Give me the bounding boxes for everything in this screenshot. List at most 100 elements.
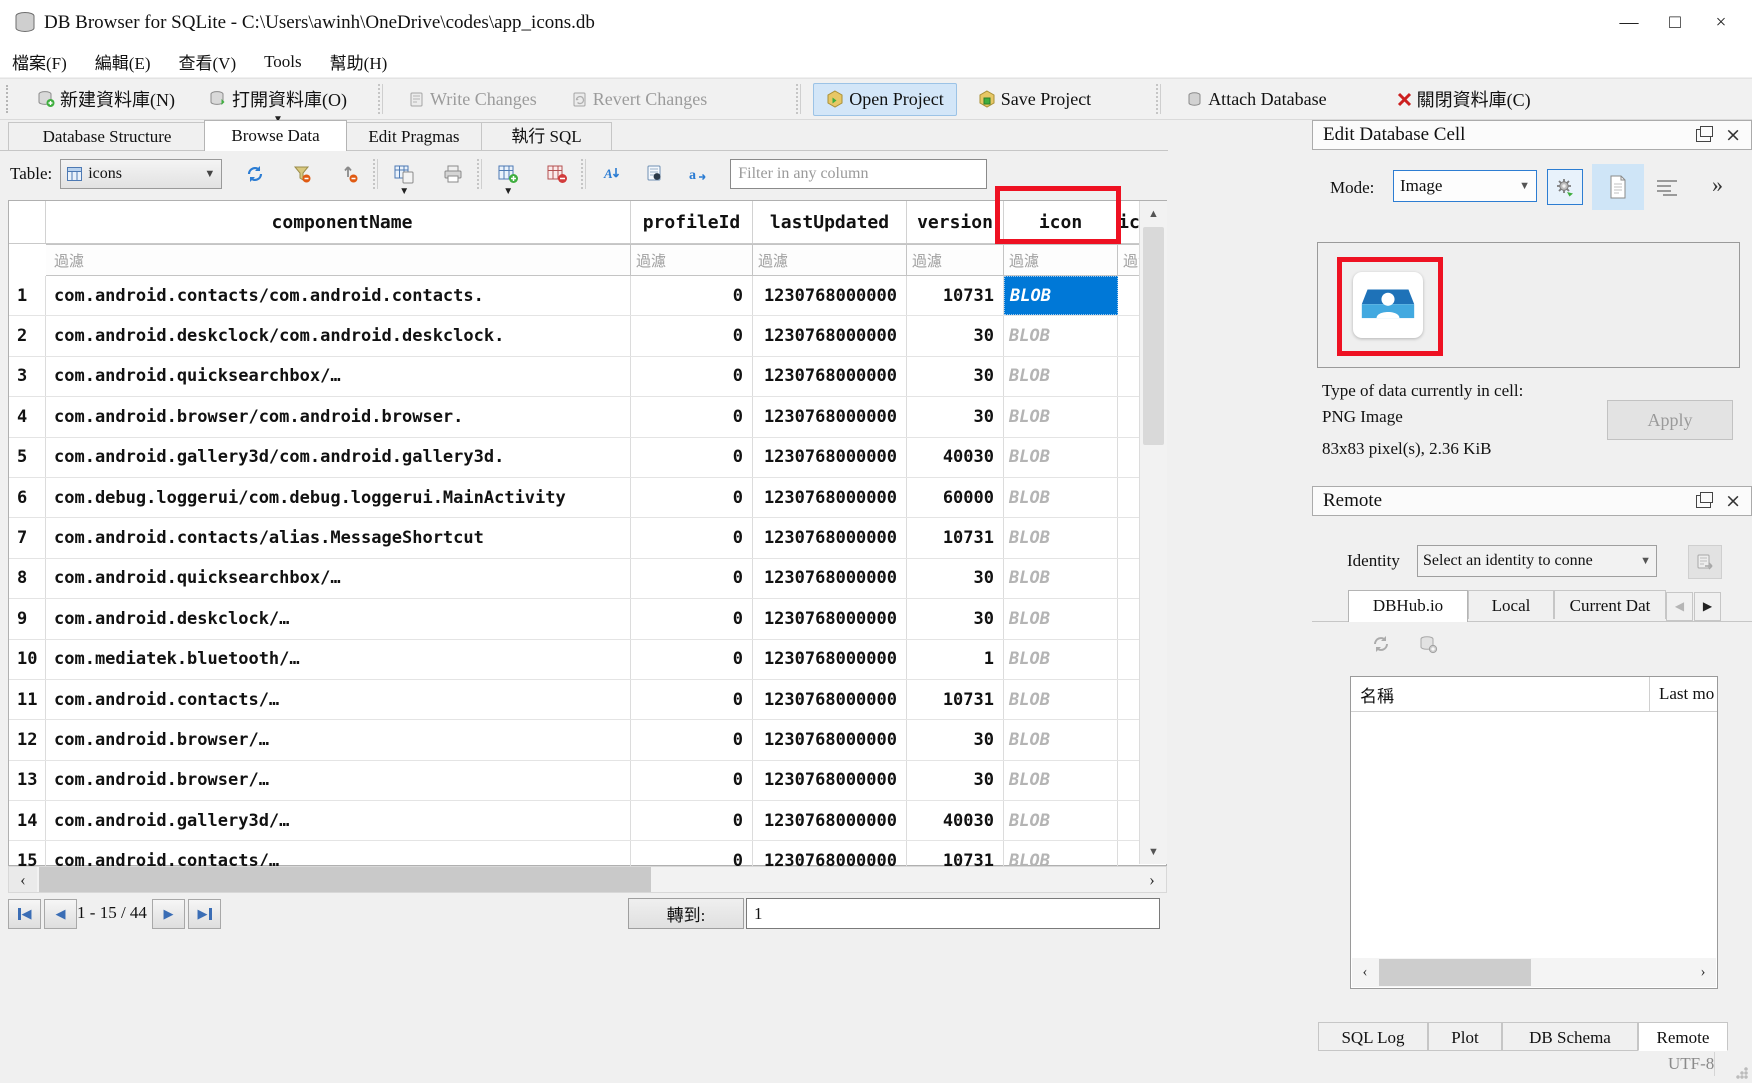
identity-import-button[interactable] bbox=[1688, 545, 1722, 579]
partial-cell[interactable] bbox=[1118, 518, 1140, 557]
float-panel-icon[interactable] bbox=[1696, 495, 1711, 508]
partial-cell[interactable] bbox=[1118, 680, 1140, 719]
last-updated-cell[interactable]: 1230768000000 bbox=[753, 680, 907, 719]
filter-partial[interactable]: 過濾 bbox=[1118, 244, 1140, 276]
partial-cell[interactable] bbox=[1118, 316, 1140, 355]
icon-cell[interactable]: BLOB bbox=[1004, 478, 1118, 517]
goto-button[interactable]: 轉到: bbox=[628, 898, 744, 929]
profile-id-cell[interactable]: 0 bbox=[631, 316, 753, 355]
mode-select[interactable]: Image ▼ bbox=[1393, 170, 1537, 202]
revert-changes-button[interactable]: Revert Changes bbox=[558, 83, 720, 116]
menu-tools[interactable]: Tools bbox=[264, 52, 302, 72]
icon-cell[interactable]: BLOB bbox=[1004, 316, 1118, 355]
save-table-dropdown-arrow[interactable]: ▼ bbox=[399, 186, 409, 197]
remote-clone-database-icon[interactable] bbox=[1418, 634, 1438, 654]
row-number-cell[interactable]: 2 bbox=[9, 316, 46, 355]
dock-tab-db-schema[interactable]: DB Schema bbox=[1502, 1022, 1638, 1051]
component-name-cell[interactable]: com.android.contacts/com.android.contact… bbox=[46, 276, 631, 315]
version-cell[interactable]: 60000 bbox=[907, 478, 1004, 517]
scroll-up-icon[interactable]: ▲ bbox=[1140, 201, 1167, 226]
menu-edit[interactable]: 編輯(E) bbox=[95, 49, 151, 74]
close-database-button[interactable]: 關閉資料庫(C) bbox=[1384, 80, 1544, 118]
header-partial[interactable]: ic bbox=[1118, 201, 1140, 243]
header-profileId[interactable]: profileId bbox=[631, 201, 753, 243]
word-wrap-icon[interactable] bbox=[1656, 178, 1678, 196]
component-name-cell[interactable]: com.android.quicksearchbox/… bbox=[46, 357, 631, 396]
partial-cell[interactable] bbox=[1118, 357, 1140, 396]
insert-record-button[interactable]: ▼ bbox=[493, 159, 523, 189]
close-panel-icon[interactable]: × bbox=[1725, 124, 1741, 146]
component-name-cell[interactable]: com.android.contacts/alias.MessageShortc… bbox=[46, 518, 631, 557]
version-cell[interactable]: 40030 bbox=[907, 801, 1004, 840]
partial-cell[interactable] bbox=[1118, 559, 1140, 598]
version-cell[interactable]: 10731 bbox=[907, 518, 1004, 557]
icon-cell[interactable]: BLOB bbox=[1004, 680, 1118, 719]
row-number-cell[interactable]: 11 bbox=[9, 680, 46, 719]
profile-id-cell[interactable]: 0 bbox=[631, 438, 753, 477]
version-cell[interactable]: 30 bbox=[907, 761, 1004, 800]
component-name-cell[interactable]: com.android.browser/… bbox=[46, 720, 631, 759]
partial-cell[interactable] bbox=[1118, 276, 1140, 315]
row-number-cell[interactable]: 10 bbox=[9, 640, 46, 679]
scroll-left-icon[interactable]: ‹ bbox=[9, 867, 37, 892]
remote-tab-current-database[interactable]: Current Dat bbox=[1554, 590, 1666, 619]
partial-cell[interactable] bbox=[1118, 801, 1140, 840]
icon-cell[interactable]: BLOB bbox=[1004, 276, 1118, 315]
icon-cell[interactable]: BLOB bbox=[1004, 518, 1118, 557]
partial-cell[interactable] bbox=[1118, 599, 1140, 638]
component-name-cell[interactable]: com.android.contacts/… bbox=[46, 680, 631, 719]
profile-id-cell[interactable]: 0 bbox=[631, 559, 753, 598]
remote-header-name[interactable]: 名稱 bbox=[1351, 677, 1650, 711]
row-number-cell[interactable]: 12 bbox=[9, 720, 46, 759]
profile-id-cell[interactable]: 0 bbox=[631, 397, 753, 436]
refresh-button[interactable] bbox=[240, 159, 270, 189]
remote-tab-local[interactable]: Local bbox=[1468, 590, 1554, 619]
horizontal-scroll-thumb[interactable] bbox=[1379, 959, 1531, 986]
scroll-down-icon[interactable]: ▼ bbox=[1140, 839, 1167, 864]
filter-lastUpdated[interactable]: 過濾 bbox=[753, 244, 907, 276]
identity-select[interactable]: Select an identity to conne ▼ bbox=[1417, 545, 1657, 577]
version-cell[interactable]: 30 bbox=[907, 397, 1004, 436]
profile-id-cell[interactable]: 0 bbox=[631, 680, 753, 719]
version-cell[interactable]: 40030 bbox=[907, 438, 1004, 477]
profile-id-cell[interactable]: 0 bbox=[631, 276, 753, 315]
last-updated-cell[interactable]: 1230768000000 bbox=[753, 640, 907, 679]
profile-id-cell[interactable]: 0 bbox=[631, 720, 753, 759]
header-version[interactable]: version bbox=[907, 201, 1004, 243]
last-updated-cell[interactable]: 1230768000000 bbox=[753, 397, 907, 436]
icon-cell[interactable]: BLOB bbox=[1004, 761, 1118, 800]
version-cell[interactable]: 30 bbox=[907, 357, 1004, 396]
tab-scroll-right-icon[interactable]: ▶ bbox=[1694, 592, 1721, 621]
remote-refresh-icon[interactable] bbox=[1371, 634, 1391, 654]
profile-id-cell[interactable]: 0 bbox=[631, 801, 753, 840]
header-lastUpdated[interactable]: lastUpdated bbox=[753, 201, 907, 243]
apply-button[interactable]: Apply bbox=[1607, 400, 1733, 440]
partial-cell[interactable] bbox=[1118, 761, 1140, 800]
version-cell[interactable]: 30 bbox=[907, 599, 1004, 638]
grid-vertical-scrollbar[interactable]: ▲ ▼ bbox=[1139, 201, 1167, 864]
icon-cell[interactable]: BLOB bbox=[1004, 397, 1118, 436]
horizontal-scroll-thumb[interactable] bbox=[39, 867, 651, 892]
tab-scroll-left-icon[interactable]: ◀ bbox=[1666, 592, 1693, 621]
partial-cell[interactable] bbox=[1118, 720, 1140, 759]
version-cell[interactable]: 10731 bbox=[907, 276, 1004, 315]
icon-cell[interactable]: BLOB bbox=[1004, 599, 1118, 638]
last-updated-cell[interactable]: 1230768000000 bbox=[753, 478, 907, 517]
component-name-cell[interactable]: com.android.deskclock/… bbox=[46, 599, 631, 638]
version-cell[interactable]: 30 bbox=[907, 316, 1004, 355]
menu-file[interactable]: 檔案(F) bbox=[12, 49, 67, 74]
tab-database-structure[interactable]: Database Structure bbox=[8, 122, 206, 150]
component-name-cell[interactable]: com.android.deskclock/com.android.deskcl… bbox=[46, 316, 631, 355]
delete-record-button[interactable] bbox=[542, 159, 572, 189]
row-number-cell[interactable]: 14 bbox=[9, 801, 46, 840]
tab-execute-sql[interactable]: 執行 SQL bbox=[481, 122, 612, 150]
icon-cell[interactable]: BLOB bbox=[1004, 559, 1118, 598]
version-cell[interactable]: 30 bbox=[907, 720, 1004, 759]
last-updated-cell[interactable]: 1230768000000 bbox=[753, 316, 907, 355]
tab-edit-pragmas[interactable]: Edit Pragmas bbox=[345, 122, 483, 150]
version-cell[interactable]: 30 bbox=[907, 559, 1004, 598]
component-name-cell[interactable]: com.android.quicksearchbox/… bbox=[46, 559, 631, 598]
grid-horizontal-scrollbar[interactable]: ‹ › bbox=[8, 866, 1167, 893]
more-tools-icon[interactable]: » bbox=[1712, 172, 1723, 198]
open-database-button[interactable]: 打開資料庫(O) ▼ bbox=[196, 80, 360, 118]
